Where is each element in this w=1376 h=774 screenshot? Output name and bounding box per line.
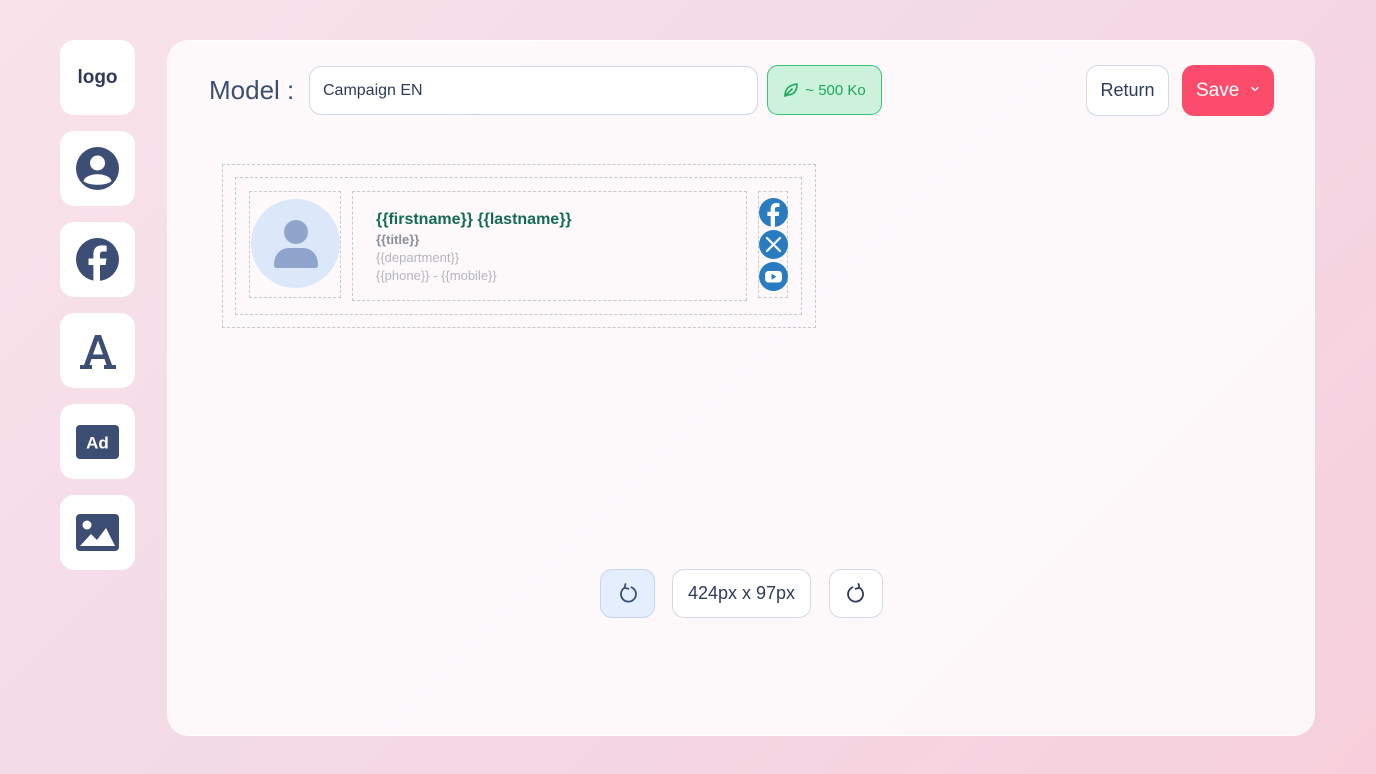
svg-text:Ad: Ad: [86, 433, 109, 452]
social-cell[interactable]: [758, 191, 788, 298]
weight-badge-label: ~ 500 Ko: [805, 81, 866, 99]
ad-icon: Ad: [76, 424, 119, 459]
logo-button[interactable]: logo: [60, 40, 135, 115]
leaf-icon: [784, 83, 799, 97]
signature-name: {{firstname}} {{lastname}}: [376, 211, 572, 228]
undo-icon: [619, 582, 637, 603]
user-placeholder-icon: [273, 219, 318, 268]
weight-badge: ~ 500 Ko: [767, 65, 882, 115]
undo-button[interactable]: [600, 569, 655, 618]
signature-phones: {{phone}} - {{mobile}}: [376, 268, 497, 283]
redo-button[interactable]: [829, 569, 883, 618]
x-icon[interactable]: [759, 230, 788, 259]
editor-panel: Model : ~ 500 Ko Return Save {{firstname…: [167, 40, 1315, 736]
save-button[interactable]: Save: [1182, 65, 1274, 116]
sidebar: logo Ad: [60, 40, 135, 586]
model-label: Model :: [209, 75, 295, 105]
user-icon: [76, 147, 119, 190]
youtube-icon[interactable]: [759, 262, 788, 291]
sidebar-item-image[interactable]: [60, 495, 135, 570]
avatar: [251, 199, 340, 288]
signature-department: {{department}}: [376, 250, 460, 265]
font-icon: [79, 334, 116, 369]
chevron-down-icon[interactable]: [1250, 84, 1260, 94]
signature-title: {{title}}: [376, 232, 420, 247]
avatar-cell[interactable]: [249, 191, 341, 298]
model-name-input[interactable]: [309, 66, 758, 115]
facebook-icon[interactable]: [759, 198, 788, 227]
sidebar-item-ad[interactable]: Ad: [60, 404, 135, 479]
logo-label: logo: [77, 66, 118, 88]
save-label: Save: [1196, 79, 1240, 101]
sidebar-item-user[interactable]: [60, 131, 135, 206]
facebook-icon: [76, 238, 119, 281]
redo-icon: [847, 582, 864, 603]
signature-text-cell[interactable]: {{firstname}} {{lastname}} {{title}} {{d…: [352, 191, 747, 301]
dimensions-display: 424px x 97px: [672, 569, 811, 618]
sidebar-item-facebook[interactable]: [60, 222, 135, 297]
return-button[interactable]: Return: [1086, 65, 1169, 116]
image-icon: [76, 514, 119, 551]
sidebar-item-font[interactable]: [60, 313, 135, 388]
